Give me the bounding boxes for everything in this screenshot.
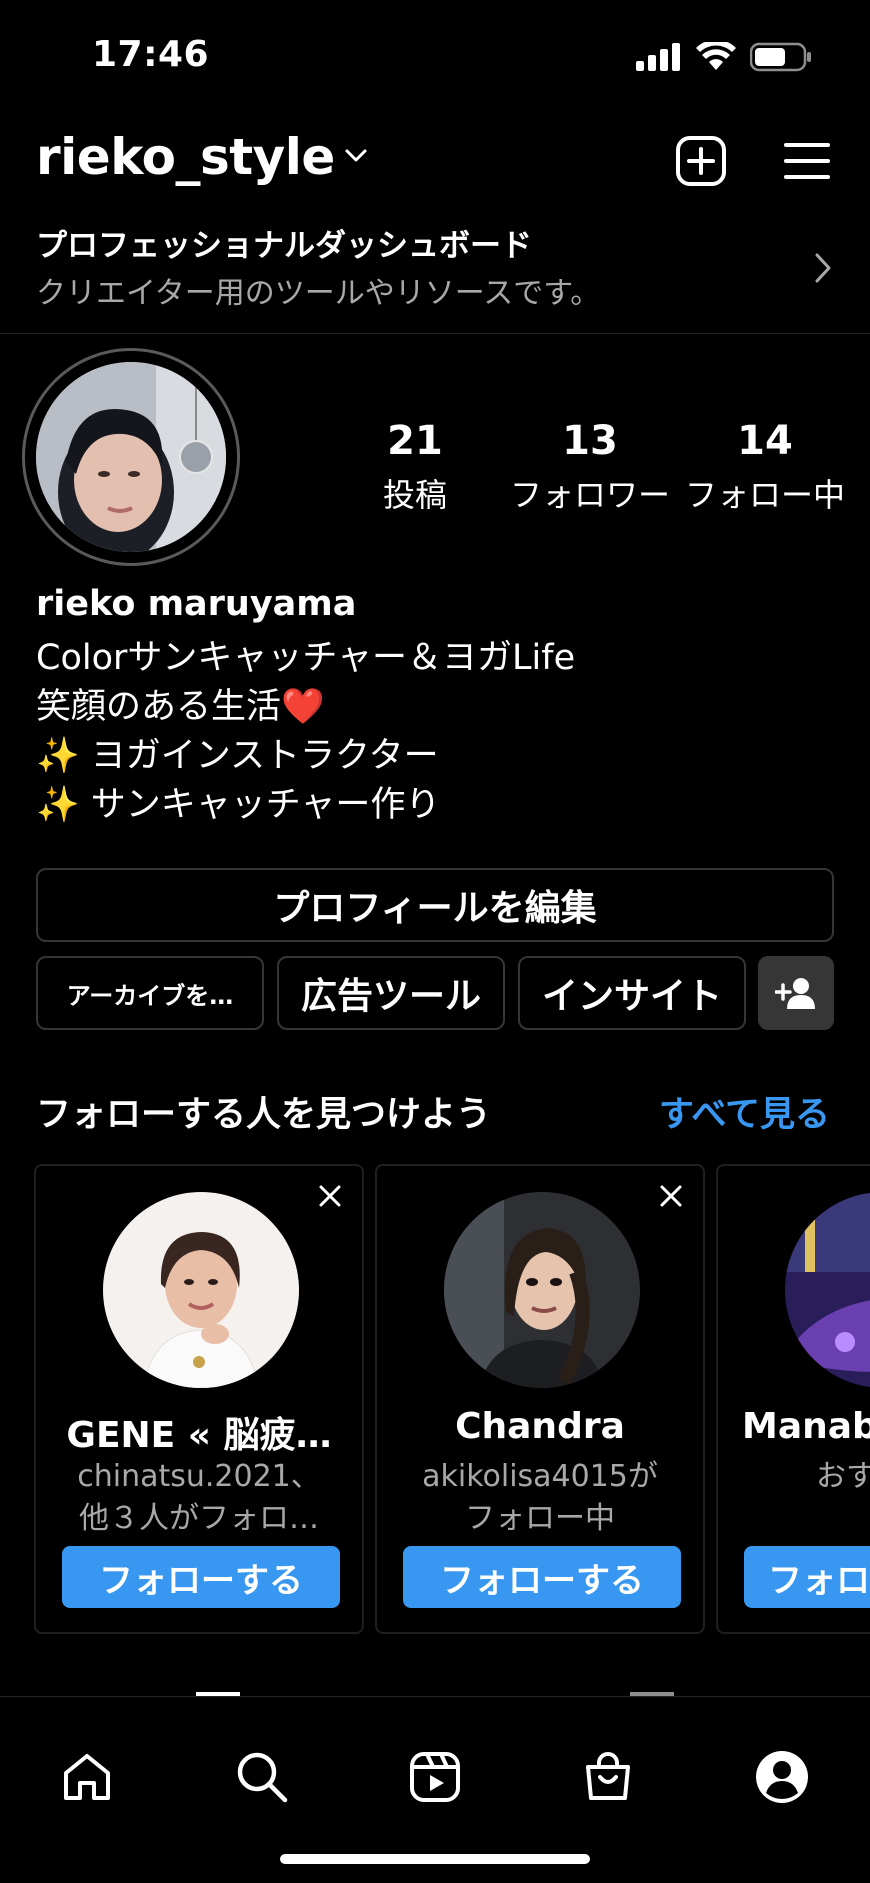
menu-icon <box>784 143 830 179</box>
archive-button[interactable]: アーカイブを… <box>36 956 264 1030</box>
new-post-button[interactable] <box>672 132 730 190</box>
search-icon <box>237 1752 288 1803</box>
suggestion-context: akikolisa4015が フォロー中 <box>377 1456 703 1540</box>
bio-line: 笑顔のある生活❤️ <box>36 687 325 727</box>
suggestions-title: フォローする人を見つけよう <box>36 1095 492 1135</box>
battery-icon <box>750 42 811 72</box>
add-person-icon <box>775 978 815 1009</box>
suggestion-card: Manabu おす フォロ <box>716 1164 870 1634</box>
nav-home[interactable] <box>57 1747 117 1807</box>
suggestion-name[interactable]: GENE « 脳疲… <box>36 1406 362 1458</box>
status-time: 17:46 <box>92 34 210 75</box>
suggestion-context-line: フォロー中 <box>465 1501 615 1536</box>
suggestion-name[interactable]: Manabu <box>742 1406 870 1447</box>
bio-line: ✨ ヨガインストラクター <box>36 736 439 776</box>
profile-bio: rieko maruyama Colorサンキャッチャー＆ヨガLife 笑顔のあ… <box>36 584 836 830</box>
stat-following-label: フォロー中 <box>684 476 845 514</box>
home-icon <box>64 1754 110 1800</box>
edit-profile-button[interactable]: プロフィールを編集 <box>36 868 834 942</box>
stat-followers-count: 13 <box>562 418 618 464</box>
stat-followers[interactable]: 13 フォロワー <box>505 418 675 516</box>
avatar-photo <box>36 362 226 552</box>
suggestion-photo <box>785 1192 870 1388</box>
suggestion-card: Chandra akikolisa4015が フォロー中 フォローする <box>375 1164 705 1634</box>
suggestion-card: GENE « 脳疲… chinatsu.2021、 他３人がフォロ… フォローす… <box>34 1164 364 1634</box>
stat-following-count: 14 <box>737 418 793 464</box>
cellular-signal-icon <box>636 43 680 71</box>
see-all-link[interactable]: すべて見る <box>659 1086 830 1137</box>
wifi-icon <box>696 42 736 70</box>
nav-profile[interactable] <box>752 1747 812 1807</box>
chevron-down-icon[interactable] <box>344 148 368 164</box>
discover-people-button[interactable] <box>758 956 834 1030</box>
menu-button[interactable] <box>778 132 836 190</box>
profile-icon <box>756 1751 808 1803</box>
suggestion-photo <box>444 1192 640 1388</box>
suggestion-context-line: chinatsu.2021、 <box>77 1459 321 1494</box>
suggestion-context-line: おす <box>816 1459 870 1494</box>
profile-avatar[interactable] <box>36 362 226 552</box>
suggestion-avatar[interactable] <box>444 1192 640 1388</box>
suggestion-avatar[interactable] <box>785 1192 870 1388</box>
nav-reels[interactable] <box>405 1747 465 1807</box>
suggestion-context-line: akikolisa4015が <box>422 1459 658 1494</box>
follow-button[interactable]: フォローする <box>403 1546 681 1608</box>
shop-icon <box>586 1752 630 1800</box>
username-switcher[interactable]: rieko_style <box>36 128 335 186</box>
follow-button[interactable]: フォローする <box>62 1546 340 1608</box>
bottom-navigation <box>0 1696 870 1883</box>
status-icons <box>636 42 812 72</box>
reels-icon <box>410 1752 460 1802</box>
stat-posts-label: 投稿 <box>382 476 447 514</box>
nav-search[interactable] <box>232 1747 292 1807</box>
new-post-icon <box>676 136 726 186</box>
suggestion-context: chinatsu.2021、 他３人がフォロ… <box>36 1456 362 1540</box>
close-icon[interactable] <box>318 1184 342 1208</box>
dashboard-subtitle: クリエイター用のツールやリソースです。 <box>36 276 601 311</box>
bio-line: ✨ サンキャッチャー作り <box>36 785 441 825</box>
nav-shop[interactable] <box>578 1747 638 1807</box>
stat-followers-label: フォロワー <box>509 476 670 514</box>
suggestion-avatar[interactable] <box>103 1192 299 1388</box>
stat-posts[interactable]: 21 投稿 <box>330 418 500 516</box>
home-indicator <box>280 1854 590 1864</box>
suggestion-name[interactable]: Chandra <box>377 1406 703 1447</box>
profile-header: rieko_style <box>0 124 870 198</box>
bio-line: Colorサンキャッチャー＆ヨガLife <box>36 638 576 678</box>
suggestion-photo <box>103 1192 299 1388</box>
professional-dashboard[interactable]: プロフェッショナルダッシュボード クリエイター用のツールやリソースです。 <box>0 212 870 334</box>
status-bar: 17:46 <box>0 0 870 110</box>
stat-posts-count: 21 <box>387 418 443 464</box>
follow-button[interactable]: フォロ <box>744 1546 870 1608</box>
suggestions-header: フォローする人を見つけよう すべて見る <box>36 1086 834 1136</box>
close-icon[interactable] <box>659 1184 683 1208</box>
insights-button[interactable]: インサイト <box>518 956 746 1030</box>
dashboard-title: プロフェッショナルダッシュボード <box>36 228 532 264</box>
display-name: rieko maruyama <box>36 584 357 624</box>
chevron-right-icon <box>815 253 831 283</box>
profile-stats: 21 投稿 13 フォロワー 14 フォロー中 <box>330 418 850 516</box>
suggestion-context-line: 他３人がフォロ… <box>79 1501 319 1536</box>
ad-tools-button[interactable]: 広告ツール <box>277 956 505 1030</box>
stat-following[interactable]: 14 フォロー中 <box>680 418 850 516</box>
